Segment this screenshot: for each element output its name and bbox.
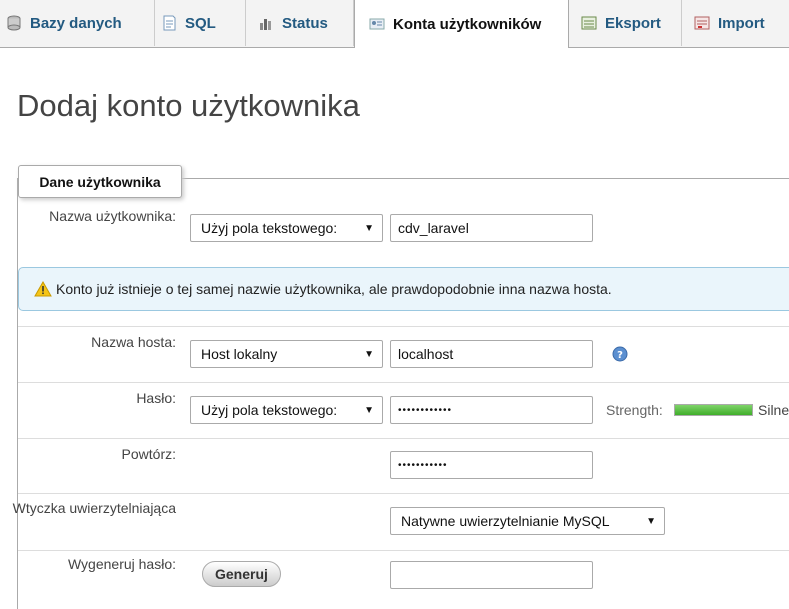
help-icon[interactable]: ? [612, 346, 628, 362]
retype-label: Powtórz: [121, 446, 176, 462]
tab-sql[interactable]: SQL [155, 0, 246, 46]
page-title: Dodaj konto użytkownika [17, 88, 360, 123]
chevron-down-icon: ▼ [364, 349, 374, 360]
chevron-down-icon: ▼ [364, 405, 374, 416]
auth-plugin-select[interactable]: Natywne uwierzytelnianie MySQL ▼ [390, 507, 665, 535]
tab-label: Konta użytkowników [393, 15, 542, 33]
strength-value: Silne [758, 402, 789, 418]
svg-text:?: ? [617, 350, 623, 361]
row-separator [18, 326, 789, 327]
host-input[interactable]: localhost [390, 340, 593, 368]
tab-user-accounts[interactable]: Konta użytkowników [354, 0, 569, 48]
row-separator [18, 438, 789, 439]
password-strength-meter [674, 404, 753, 416]
top-tab-bar: Bazy danych SQL Status Konta użytkownikó… [0, 0, 789, 48]
tab-label: SQL [185, 14, 216, 32]
password-mode-value: Użyj pola tekstowego: [201, 402, 338, 418]
sql-icon [161, 15, 177, 31]
retype-password-input[interactable]: ••••••••••• [390, 451, 593, 479]
username-label: Nazwa użytkownika: [49, 208, 176, 224]
generate-label: Wygeneruj hasło: [67, 556, 176, 572]
tab-label: Status [282, 14, 328, 32]
tab-databases[interactable]: Bazy danych [0, 0, 155, 46]
row-separator [18, 382, 789, 383]
password-mode-select[interactable]: Użyj pola tekstowego: ▼ [190, 396, 383, 424]
password-label: Hasło: [136, 390, 176, 406]
users-icon [369, 16, 385, 32]
tab-export[interactable]: Eksport [569, 0, 682, 46]
generate-button[interactable]: Generuj [202, 561, 281, 587]
status-icon [258, 15, 274, 31]
tab-import[interactable]: Import [682, 0, 789, 46]
generated-password-input[interactable] [390, 561, 593, 589]
strength-label: Strength: [606, 402, 663, 418]
username-mode-select[interactable]: Użyj pola tekstowego: ▼ [190, 214, 383, 242]
chevron-down-icon: ▼ [364, 223, 374, 234]
database-icon [6, 15, 22, 31]
chevron-down-icon: ▼ [646, 516, 656, 527]
import-icon [694, 15, 710, 31]
tab-label: Bazy danych [30, 14, 122, 32]
host-mode-value: Host lokalny [201, 346, 278, 362]
tab-label: Eksport [605, 14, 661, 32]
warning-icon [34, 280, 52, 297]
warning-text: Konto już istnieje o tej samej nazwie uż… [56, 281, 612, 297]
password-input[interactable]: •••••••••••• [390, 396, 593, 424]
auth-plugin-value: Natywne uwierzytelnianie MySQL [401, 513, 610, 529]
row-separator [18, 550, 789, 551]
export-icon [581, 15, 597, 31]
host-mode-select[interactable]: Host lokalny ▼ [190, 340, 383, 368]
tab-status[interactable]: Status [246, 0, 354, 46]
host-label: Nazwa hosta: [91, 334, 176, 350]
auth-plugin-label: Wtyczka uwierzytelniająca [12, 500, 176, 516]
warning-notice: Konto już istnieje o tej samej nazwie uż… [18, 267, 789, 311]
row-separator [18, 493, 789, 494]
username-mode-value: Użyj pola tekstowego: [201, 220, 338, 236]
username-input[interactable]: cdv_laravel [390, 214, 593, 242]
fieldset-legend: Dane użytkownika [18, 165, 182, 198]
tab-label: Import [718, 14, 765, 32]
